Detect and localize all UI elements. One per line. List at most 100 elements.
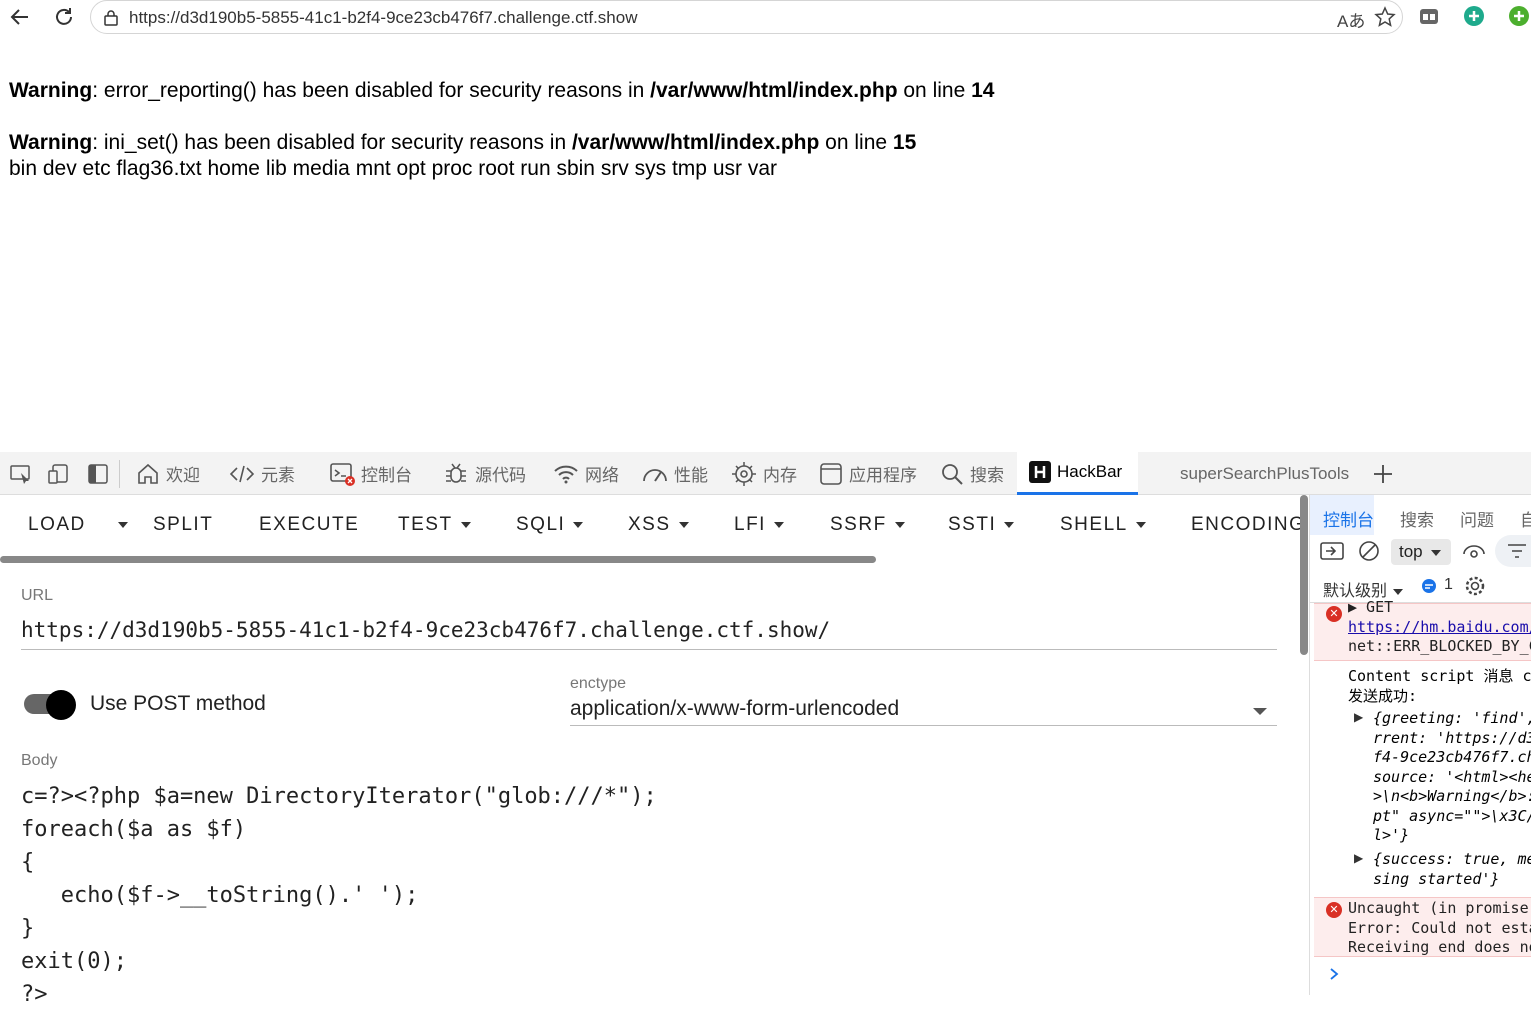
body-textarea[interactable]: c=?><?php $a=new DirectoryIterator("glob… [21, 780, 657, 1011]
plus-icon [1374, 464, 1392, 483]
tab-application[interactable]: 应用程序 [819, 452, 917, 495]
reload-button[interactable] [50, 3, 78, 31]
menu-test[interactable]: TEST [398, 514, 471, 536]
log-line: Receiving end does no [1348, 938, 1531, 956]
log-line: source: '<html><he [1373, 767, 1531, 786]
home-icon [138, 463, 158, 484]
menu-split[interactable]: SPLIT [153, 514, 213, 536]
console-tab-more[interactable]: 自 [1520, 506, 1531, 531]
log-line: ▶ GET [1348, 598, 1394, 616]
console-object-1[interactable]: {greeting: 'find', rrent: 'https://d3 f4… [1314, 709, 1531, 846]
console-settings-gear-icon[interactable] [1464, 575, 1486, 597]
warning-line-2: Warning: ini_set() has been disabled for… [9, 130, 916, 156]
back-button[interactable] [6, 3, 34, 31]
memory-chip-icon [732, 461, 756, 486]
sidebar-toggle-icon[interactable] [1320, 541, 1344, 561]
tab-label: 控制台 [361, 466, 412, 485]
tab-supersearchplustools[interactable]: superSearchPlusTools [1180, 452, 1349, 495]
message-count: 1 [1444, 576, 1453, 593]
url-label: URL [21, 587, 54, 604]
menu-load-dropdown[interactable] [110, 514, 128, 536]
tab-hackbar[interactable]: HackBar [1017, 452, 1138, 495]
translate-icon[interactable]: Aあ [1337, 7, 1365, 32]
context-select[interactable]: top [1391, 539, 1451, 565]
log-line: {success: true, me [1373, 850, 1531, 868]
log-line: rrent: 'https://d3 [1373, 728, 1531, 747]
warning-label: Warning [9, 79, 93, 102]
menu-load[interactable]: LOAD [28, 514, 86, 536]
log-line: net::ERR_BLOCKED_BY_C [1348, 637, 1531, 655]
menu-encoding[interactable]: ENCODING [1191, 514, 1305, 536]
tab-elements[interactable]: 元素 [229, 452, 295, 495]
chevron-down-icon [1253, 708, 1267, 715]
console-tab-issues[interactable]: 问题 [1460, 506, 1494, 531]
log-line: Uncaught (in promise) [1348, 899, 1531, 917]
hackbar-horizontal-scrollbar[interactable] [0, 556, 876, 563]
menu-xss[interactable]: XSS [628, 514, 689, 536]
extension-plus-icon[interactable] [1463, 5, 1485, 27]
workspaces-icon[interactable] [1418, 5, 1440, 27]
tab-label: 网络 [585, 466, 619, 485]
tab-welcome[interactable]: 欢迎 [136, 452, 200, 495]
lock-icon [104, 10, 118, 26]
body-label: Body [21, 752, 58, 769]
gauge-icon [643, 468, 667, 482]
console-error-get[interactable]: ▶ GET https://hm.baidu.com/ net::ERR_BLO… [1314, 598, 1531, 661]
console-object-2[interactable]: {success: true, me sing started'} [1314, 850, 1531, 889]
url-input[interactable]: https://d3d190b5-5855-41c1-b2f4-9ce23cb4… [21, 618, 1277, 650]
chevron-down-icon [678, 521, 689, 528]
tab-label: 源代码 [475, 466, 526, 485]
chevron-down-icon [1430, 549, 1441, 556]
tab-sources[interactable]: 源代码 [443, 452, 526, 495]
context-value: top [1399, 542, 1423, 561]
tab-memory[interactable]: 内存 [731, 452, 797, 495]
inspect-element-icon[interactable] [10, 464, 32, 484]
console-tab-search[interactable]: 搜索 [1400, 506, 1434, 531]
menu-label: SQLI [516, 514, 566, 535]
divider [119, 460, 120, 488]
warning-text: : ini_set() has been disabled for securi… [92, 131, 572, 154]
tab-console[interactable]: 控制台 [329, 452, 412, 495]
tab-label: HackBar [1057, 462, 1123, 481]
chevron-down-icon [1393, 588, 1404, 595]
tab-network[interactable]: 网络 [553, 452, 619, 495]
clear-console-icon[interactable] [1358, 540, 1380, 562]
wifi-icon [554, 465, 578, 483]
menu-ssrf[interactable]: SSRF [830, 514, 905, 536]
console-log-content-script: Content script 消息 c 发送成功: [1314, 667, 1531, 706]
error-icon: ✕ [1326, 606, 1342, 622]
log-line: f4-9ce23cb476f7.ch [1373, 748, 1531, 766]
menu-lfi[interactable]: LFI [734, 514, 784, 536]
error-icon: ✕ [1326, 902, 1342, 918]
browser-toolbar: https://d3d190b5-5855-41c1-b2f4-9ce23cb4… [0, 0, 1531, 38]
extension-add-icon[interactable] [1508, 5, 1530, 27]
menu-execute[interactable]: EXECUTE [259, 514, 359, 536]
chevron-down-icon [1135, 521, 1146, 528]
post-toggle-switch[interactable] [46, 690, 76, 720]
tab-performance[interactable]: 性能 [642, 452, 708, 495]
log-link[interactable]: https://hm.baidu.com/ [1348, 618, 1531, 638]
menu-sqli[interactable]: SQLI [516, 514, 584, 536]
live-expression-eye-icon[interactable] [1462, 542, 1486, 560]
device-toggle-icon[interactable] [48, 464, 70, 484]
console-prompt-chevron-icon[interactable] [1328, 967, 1340, 981]
menu-shell[interactable]: SHELL [1060, 514, 1146, 536]
code-brackets-icon [229, 465, 255, 482]
log-line: 发送成功: [1348, 686, 1418, 705]
console-tab-console[interactable]: 控制台 [1323, 506, 1374, 531]
add-tab-button[interactable] [1372, 452, 1400, 495]
log-line: Content script 消息 c [1348, 667, 1531, 685]
favorite-star-icon[interactable] [1374, 6, 1396, 28]
menu-ssti[interactable]: SSTI [948, 514, 1015, 536]
body-line: echo($f->__toString().' '); [21, 883, 419, 908]
warning-line-number: 14 [971, 79, 995, 102]
address-bar[interactable]: https://d3d190b5-5855-41c1-b2f4-9ce23cb4… [90, 0, 1403, 34]
enctype-select[interactable]: application/x-www-form-urlencoded [570, 697, 1277, 726]
filter-box[interactable] [1495, 535, 1531, 567]
console-error-uncaught[interactable]: Uncaught (in promise) Error: Could not e… [1314, 897, 1531, 957]
tab-search[interactable]: 搜索 [940, 452, 1004, 495]
dock-side-icon[interactable] [88, 464, 108, 484]
chevron-down-icon [1004, 521, 1015, 528]
warning-label: Warning [9, 131, 93, 154]
hackbar-vertical-scrollbar[interactable] [1300, 495, 1308, 655]
